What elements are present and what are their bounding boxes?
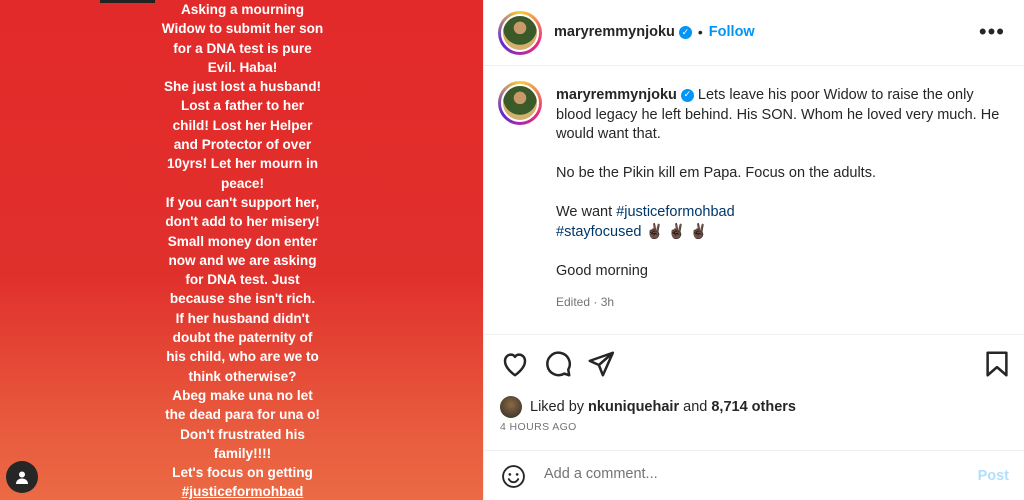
action-bar xyxy=(484,345,1024,383)
post-comment-button[interactable]: Post xyxy=(978,468,1009,484)
story-text: Asking a mourning Widow to submit her son… xyxy=(140,0,345,500)
story-line: Let's focus on getting xyxy=(172,465,313,481)
story-line: Abeg make una no let xyxy=(172,387,313,403)
follow-button[interactable]: Follow xyxy=(709,24,755,40)
user-tag-button[interactable] xyxy=(6,461,38,493)
peace-emojis: ✌🏿 ✌🏿 ✌🏿 xyxy=(645,223,708,240)
story-line: If her husband didn't xyxy=(175,310,310,326)
caption-author-avatar[interactable] xyxy=(498,81,542,125)
story-line: Lost a father to her xyxy=(180,98,305,114)
story-line: and Protector of over xyxy=(173,137,312,153)
story-line: now and we are asking xyxy=(168,252,317,268)
hashtag-stayfocused[interactable]: #stayfocused xyxy=(556,224,641,240)
story-line: Don't frustrated his xyxy=(180,426,305,442)
liker-avatar[interactable] xyxy=(500,396,522,418)
story-line: doubt the paternity of xyxy=(172,330,313,346)
avatar-image xyxy=(501,14,539,52)
post-details-panel: maryremmynjoku ✓ • Follow ••• maryremmyn… xyxy=(483,0,1024,500)
heart-icon[interactable] xyxy=(500,349,530,379)
likes-middle: and xyxy=(683,399,708,415)
comment-icon[interactable] xyxy=(543,349,573,379)
emoji-icon[interactable] xyxy=(501,464,526,489)
more-options-icon[interactable]: ••• xyxy=(979,21,1005,43)
likes-count-link[interactable]: 8,714 others xyxy=(711,399,796,415)
story-line: don't add to her misery! xyxy=(165,214,320,230)
likes-row: Liked by nkuniquehair and 8,714 others xyxy=(500,396,796,418)
liker-username[interactable]: nkuniquehair xyxy=(588,399,679,415)
header-username[interactable]: maryremmynjoku xyxy=(554,24,675,40)
caption-text-3: We want xyxy=(556,204,613,220)
story-line: peace! xyxy=(220,175,265,191)
hashtag-justiceformohbad[interactable]: #justiceformohbad xyxy=(616,204,735,220)
story-line: child! Lost her Helper xyxy=(172,117,313,133)
caption-section: maryremmynjoku ✓ Lets leave his poor Wido… xyxy=(484,67,1024,335)
story-line: She just lost a husband! xyxy=(163,79,322,95)
story-line: for a DNA test is pure xyxy=(173,40,312,56)
comment-bar: Post xyxy=(484,450,1024,500)
comment-input[interactable] xyxy=(544,466,944,482)
story-line: #justiceformohbad xyxy=(181,484,304,500)
bookmark-icon[interactable] xyxy=(982,349,1012,379)
story-line: the dead para for una o! xyxy=(165,407,320,423)
post-timestamp[interactable]: 4 HOURS AGO xyxy=(500,421,577,433)
story-line: 10yrs! Let her mourn in xyxy=(166,156,319,172)
author-avatar[interactable] xyxy=(498,11,542,55)
story-line: for DNA test. Just xyxy=(185,272,300,288)
story-line: his child, who are we to xyxy=(166,349,319,365)
story-line: Widow to submit her son xyxy=(161,21,324,37)
verified-badge-icon: ✓ xyxy=(680,88,694,102)
post-header: maryremmynjoku ✓ • Follow ••• xyxy=(484,0,1024,66)
caption-username[interactable]: maryremmynjoku xyxy=(556,87,677,103)
header-author-row: maryremmynjoku ✓ • Follow xyxy=(554,24,755,40)
separator-dot: • xyxy=(697,24,703,40)
caption-body: maryremmynjoku ✓ Lets leave his poor Wido… xyxy=(556,86,1008,312)
likes-prefix: Liked by xyxy=(530,399,585,415)
share-icon[interactable] xyxy=(586,349,616,379)
avatar-image xyxy=(501,84,539,122)
story-line: Asking a mourning xyxy=(180,2,305,17)
story-line: Evil. Haba! xyxy=(207,59,278,75)
story-line: family!!!! xyxy=(213,445,272,461)
user-tag-icon xyxy=(16,471,28,484)
story-line: think otherwise? xyxy=(188,368,297,384)
caption-meta: Edited · 3h xyxy=(556,294,615,309)
story-line: If you can't support her, xyxy=(165,194,320,210)
story-line: Small money don enter xyxy=(167,233,318,249)
post-media[interactable]: Asking a mourning Widow to submit her son… xyxy=(0,0,483,500)
verified-badge-icon: ✓ xyxy=(678,25,692,39)
story-line: because she isn't rich. xyxy=(169,291,316,307)
caption-text-4: Good morning xyxy=(556,262,648,279)
caption-text-2: No be the Pikin kill em Papa. Focus on t… xyxy=(556,165,876,181)
